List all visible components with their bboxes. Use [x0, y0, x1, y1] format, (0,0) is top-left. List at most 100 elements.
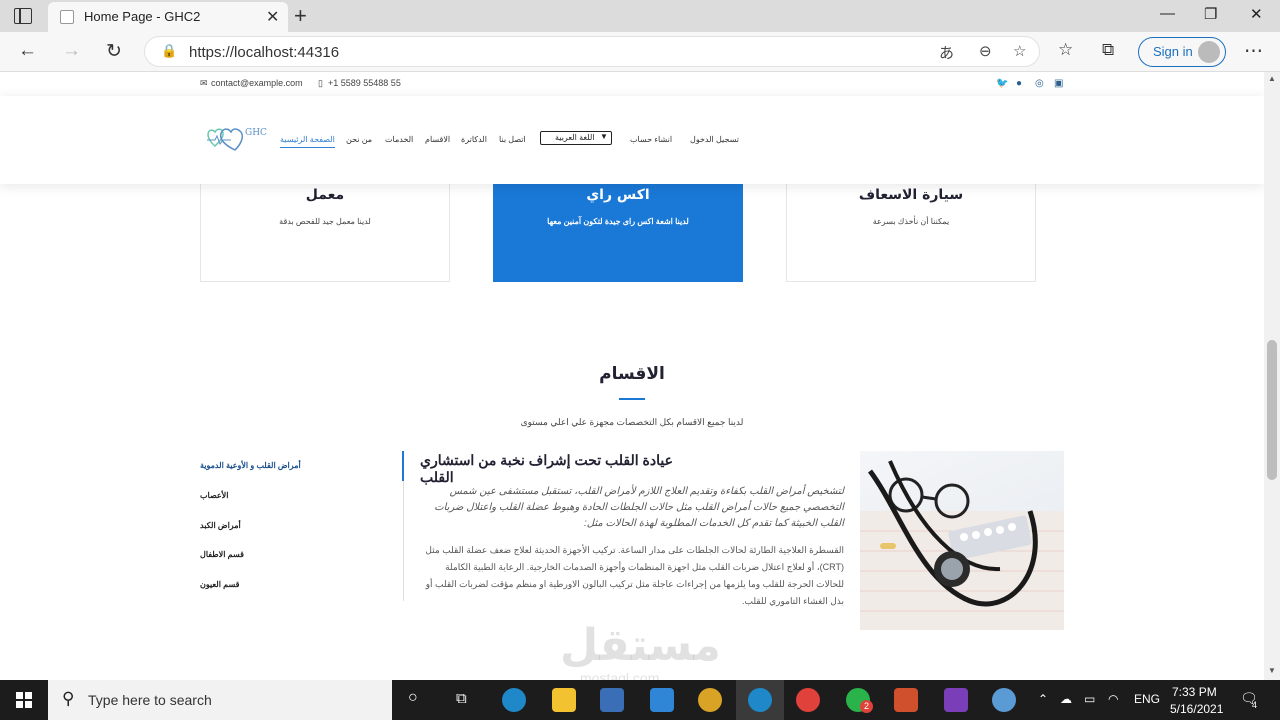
service-card-title: اكس راي — [586, 187, 650, 203]
browser-tab[interactable]: Home Page - GHC2 ✕ — [48, 2, 288, 32]
departments-title: الاقسام — [599, 364, 665, 384]
facebook-icon[interactable]: ● — [1016, 78, 1022, 89]
url-text[interactable]: https://localhost:44316 — [189, 44, 339, 61]
scrollbar-thumb[interactable] — [1267, 340, 1277, 480]
refresh-icon[interactable]: ↻ — [106, 40, 122, 63]
tab-neurology[interactable]: الأعصاب — [200, 481, 404, 511]
service-card-xray[interactable]: اكس راي لدينا اشعة اكس راى جيدة لتكون آم… — [493, 174, 743, 282]
watermark-logo: مستقل — [560, 620, 721, 671]
top-info-bar: ✉ contact@example.com ▯ +1 5589 55488 55… — [0, 72, 1264, 96]
minimize-icon[interactable]: — — [1160, 5, 1175, 22]
tab-hepatology[interactable]: أمراض الكبد — [200, 511, 404, 541]
heart-logo-icon — [207, 128, 244, 151]
departments-tab-list: أمراض القلب و الأوعية الدموية الأعصاب أم… — [200, 451, 404, 601]
service-card-title: سيارة الاسعاف — [858, 187, 964, 203]
linkedin-icon[interactable]: ▣ — [1054, 78, 1063, 89]
wifi-icon[interactable]: ◠ — [1108, 692, 1118, 706]
nav-about[interactable]: من نحن — [346, 135, 372, 144]
page-scrollbar[interactable]: ▲ ▼ — [1264, 72, 1280, 680]
favorites-icon[interactable]: ☆ — [1058, 40, 1073, 60]
chrome-icon[interactable] — [796, 688, 820, 712]
notification-count: 4 — [1252, 700, 1258, 710]
email-icon: ✉ — [200, 78, 208, 88]
page-viewport: ✉ contact@example.com ▯ +1 5589 55488 55… — [0, 72, 1264, 680]
tab-cardiology[interactable]: أمراض القلب و الأوعية الدموية — [200, 451, 404, 481]
service-card-title: معمل — [305, 187, 345, 203]
restore-icon[interactable]: ❐ — [1204, 5, 1217, 23]
mail-icon[interactable] — [650, 688, 674, 712]
service-card-ambulance[interactable]: سيارة الاسعاف يمكننا أن نأخذك بسرعة — [786, 174, 1036, 282]
contact-phone: +1 5589 55488 55 — [328, 78, 401, 88]
tab-label: الأعصاب — [200, 491, 229, 500]
windows-start-icon[interactable] — [16, 692, 32, 708]
edge-active-icon[interactable] — [748, 688, 772, 712]
lock-icon[interactable]: 🔒 — [161, 43, 177, 59]
chevron-down-icon: ▼ — [600, 132, 608, 141]
service-card-lab[interactable]: معمل لدينا معمل جيد للفحص بدقة — [200, 174, 450, 282]
address-bar[interactable]: 🔒 https://localhost:44316 あ ⊖ ☆ — [144, 36, 1040, 67]
search-icon: ⚲ — [62, 689, 75, 708]
avatar — [1198, 41, 1220, 63]
add-favorite-icon[interactable]: ☆ — [1013, 42, 1026, 60]
store-icon[interactable] — [600, 688, 624, 712]
chevron-up-icon[interactable]: ⌃ — [1038, 692, 1048, 706]
tab-actions-icon[interactable] — [14, 8, 32, 24]
instagram-icon[interactable]: ◎ — [1035, 78, 1044, 89]
new-tab-icon[interactable]: + — [294, 3, 307, 29]
nav-contact[interactable]: اتصل بنا — [499, 135, 526, 144]
language-select[interactable]: اللغة العربية ▼ — [540, 131, 612, 145]
clock-time[interactable]: 7:33 PM — [1172, 685, 1217, 699]
site-header: GHC الصفحة الرئيسية من نحن الخدمات الاقس… — [0, 96, 1264, 184]
service-card-desc: لدينا اشعة اكس راى جيدة لتكون آمنين معها — [547, 217, 689, 226]
sign-in-button[interactable]: Sign in — [1138, 37, 1226, 67]
contact-email[interactable]: contact@example.com — [211, 78, 303, 88]
powerpoint-icon[interactable] — [894, 688, 918, 712]
tab-label: قسم العيون — [200, 580, 240, 589]
cortana-icon[interactable]: ○ — [408, 689, 418, 707]
more-options-icon[interactable]: ⋯ — [1244, 40, 1263, 63]
cloud-icon[interactable]: ☁ — [1060, 692, 1072, 706]
forward-icon[interactable]: → — [62, 40, 81, 62]
app-icon[interactable] — [992, 688, 1016, 712]
service-card-desc: يمكننا أن نأخذك بسرعة — [872, 217, 950, 226]
language-indicator[interactable]: ENG — [1134, 692, 1160, 706]
whatsapp-icon[interactable]: 2 — [846, 688, 873, 713]
tab-label: قسم الاطفال — [200, 550, 244, 559]
battery-icon[interactable]: ▭ — [1084, 692, 1095, 706]
nav-services[interactable]: الخدمات — [385, 135, 413, 144]
browser-tab-bar: Home Page - GHC2 ✕ + — ❐ ✕ — [0, 0, 1280, 32]
close-tab-icon[interactable]: ✕ — [266, 7, 279, 27]
page-favicon-icon — [60, 10, 74, 24]
twitter-icon[interactable]: 🐦 — [996, 78, 1008, 89]
edge-taskbar-icon[interactable] — [502, 688, 526, 712]
windows-taskbar: ⚲ Type here to search ○ ⧉ 2 ⌃ ☁ ▭ ◠ ENG … — [0, 680, 1280, 720]
read-aloud-icon[interactable]: あ — [939, 42, 954, 63]
browser-toolbar: ← → ↻ 🔒 https://localhost:44316 あ ⊖ ☆ ☆ … — [0, 32, 1280, 72]
app-icon[interactable] — [698, 688, 722, 712]
department-heading: عيادة القلب تحت إشراف نخبة من استشاري ال… — [420, 452, 673, 485]
search-placeholder: Type here to search — [88, 692, 212, 708]
whatsapp-badge: 2 — [860, 700, 873, 713]
window-close-icon[interactable]: ✕ — [1250, 5, 1263, 23]
scroll-down-icon[interactable]: ▼ — [1268, 666, 1276, 675]
nav-departments[interactable]: الاقسام — [425, 135, 450, 144]
scroll-up-icon[interactable]: ▲ — [1268, 74, 1276, 83]
site-logo[interactable]: GHC — [205, 124, 267, 158]
task-view-icon[interactable]: ⧉ — [456, 690, 467, 707]
tab-title: Home Page - GHC2 — [84, 9, 201, 24]
collections-icon[interactable]: ⧉ — [1102, 40, 1114, 60]
file-explorer-icon[interactable] — [552, 688, 576, 712]
tab-ophthalmology[interactable]: قسم العيون — [200, 570, 404, 600]
zoom-icon[interactable]: ⊖ — [979, 42, 992, 60]
nav-register[interactable]: انشاء حساب — [630, 135, 672, 144]
department-body: القسطرة العلاجية الطارئة لحالات الجلطات … — [425, 545, 844, 606]
title-underline — [619, 398, 645, 400]
back-icon[interactable]: ← — [18, 40, 37, 62]
clock-date[interactable]: 5/16/2021 — [1170, 702, 1223, 716]
nav-doctors[interactable]: الدكاترة — [461, 135, 487, 144]
taskbar-search-box[interactable]: ⚲ Type here to search — [48, 680, 392, 720]
nav-home[interactable]: الصفحة الرئيسية — [280, 135, 335, 148]
tab-pediatrics[interactable]: قسم الاطفال — [200, 540, 404, 570]
visual-studio-icon[interactable] — [944, 688, 968, 712]
nav-login[interactable]: تسجيل الدخول — [690, 135, 739, 144]
